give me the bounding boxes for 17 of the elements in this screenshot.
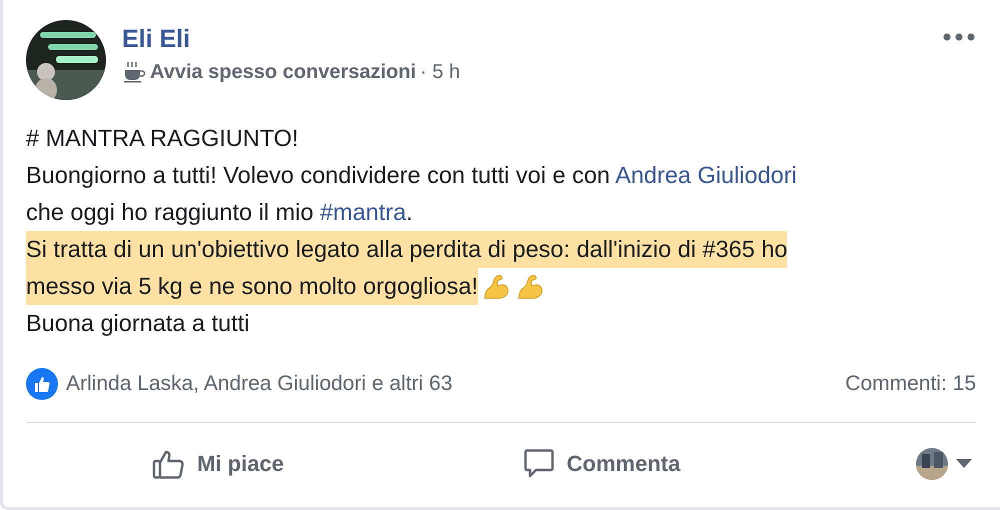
post-text-line: Buongiorno a tutti! Volevo condividere con tutti voi e con Andrea Giuliodori [26, 161, 797, 190]
comments-count[interactable]: Commenti: 15 [845, 372, 976, 396]
like-button[interactable]: Mi piace [26, 438, 409, 490]
post-text-line: # MANTRA RAGGIUNTO! [26, 124, 298, 153]
caret-icon [956, 459, 972, 469]
more-options-icon[interactable] [942, 32, 976, 42]
comment-button[interactable]: Commenta [409, 438, 792, 490]
mention-link[interactable]: Andrea Giuliodori [615, 162, 797, 188]
mention-link[interactable]: #mantra [320, 199, 406, 225]
like-reaction-icon [26, 368, 58, 400]
post-time[interactable]: · 5 h [420, 60, 460, 84]
badge-label: Avvia spesso conversazioni [150, 60, 416, 84]
reactions-summary[interactable]: Arlinda Laska, Andrea Giuliodori e altri 63 [66, 372, 452, 396]
coffee-cup-icon [122, 60, 146, 84]
post-text-line: Buona giornata a tutti [26, 309, 250, 338]
author-name[interactable]: Eli Eli [122, 25, 926, 54]
post-text-line: che oggi ho raggiunto il mio #mantra. [26, 198, 413, 227]
